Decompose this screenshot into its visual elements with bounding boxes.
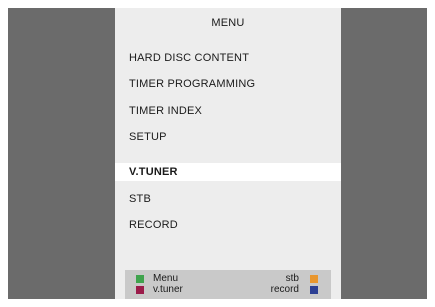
color-key-row: v.tuner record	[125, 284, 331, 296]
menu-item-stb[interactable]: STB	[115, 190, 341, 208]
menu-title: MENU	[211, 17, 245, 29]
blue-key-label: record	[270, 284, 299, 295]
menu-panel: MENU HARD DISC CONTENT TIMER PROGRAMMING…	[115, 8, 341, 299]
menu-item-timer-programming[interactable]: TIMER PROGRAMMING	[115, 75, 341, 93]
red-key-icon[interactable]	[136, 286, 144, 294]
menu-item-hard-disc-content[interactable]: HARD DISC CONTENT	[115, 49, 341, 67]
menu-item-setup[interactable]: SETUP	[115, 128, 341, 146]
menu-item-timer-index[interactable]: TIMER INDEX	[115, 102, 341, 120]
yellow-key-icon[interactable]	[310, 275, 318, 283]
color-key-bar: Menu stb v.tuner record	[125, 270, 331, 299]
menu-item-record[interactable]: RECORD	[115, 216, 341, 234]
menu-item-v-tuner[interactable]: V.TUNER	[115, 163, 341, 181]
green-key-icon[interactable]	[136, 275, 144, 283]
blue-key-icon[interactable]	[310, 286, 318, 294]
red-key-label: v.tuner	[153, 284, 183, 295]
